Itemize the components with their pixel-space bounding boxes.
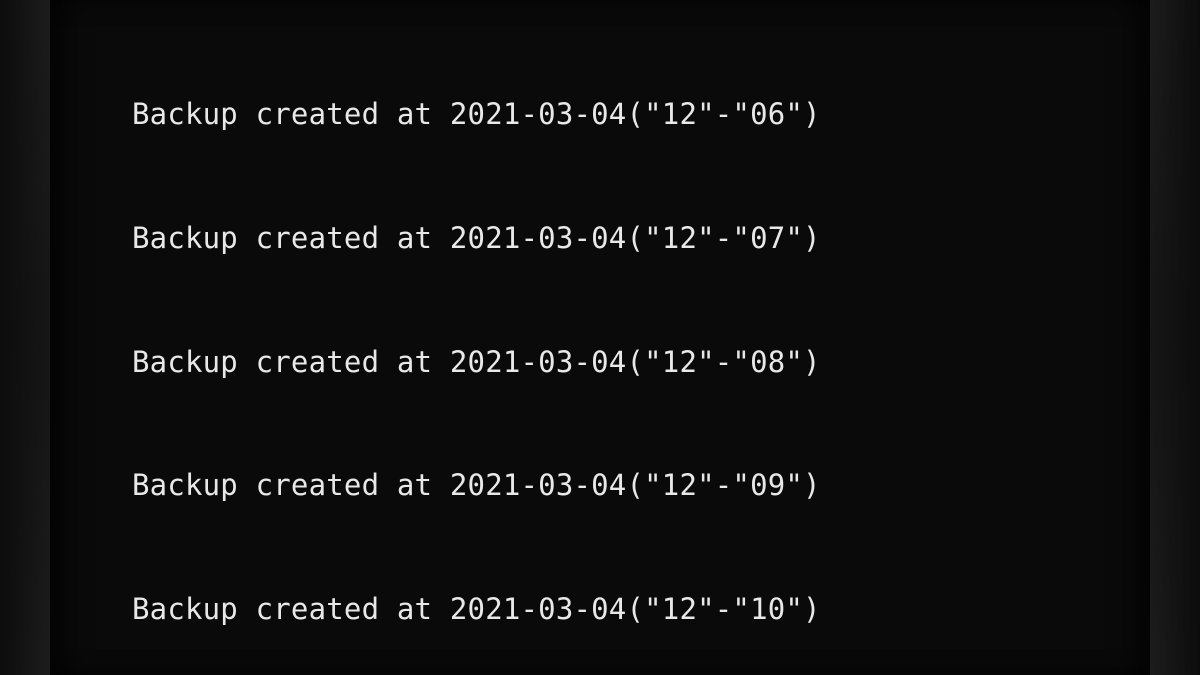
log-line: Backup created at 2021-03-04("12"-"07") [132, 218, 1132, 259]
log-line: Backup created at 2021-03-04("12"-"10") [132, 589, 1132, 630]
vignette-edge-right [1150, 0, 1200, 675]
terminal-window: Backup created at 2021-03-04("12"-"06") … [50, 0, 1150, 675]
log-line: Backup created at 2021-03-04("12"-"06") [132, 94, 1132, 135]
vignette-edge-left [0, 0, 50, 675]
log-line: Backup created at 2021-03-04("12"-"09") [132, 465, 1132, 506]
terminal-output: Backup created at 2021-03-04("12"-"06") … [132, 12, 1132, 675]
log-line: Backup created at 2021-03-04("12"-"08") [132, 342, 1132, 383]
